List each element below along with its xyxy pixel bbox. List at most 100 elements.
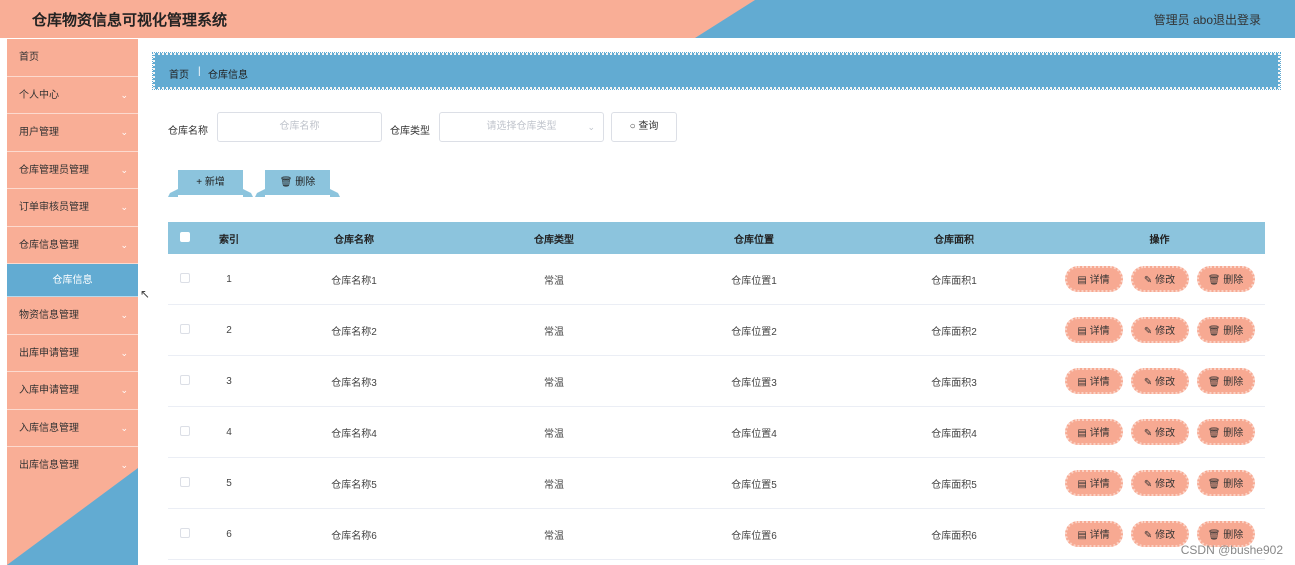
delete-label: 删除 bbox=[1223, 275, 1244, 286]
header-actions: 操作 bbox=[1149, 234, 1170, 246]
row-checkbox[interactable] bbox=[180, 527, 190, 538]
sidebar-item-warehouse-info-mgmt[interactable]: 仓库信息管理 ⌄ bbox=[7, 227, 138, 264]
cell-name: 仓库名称1 bbox=[331, 275, 377, 287]
sidebar-item-warehouse-admins[interactable]: 仓库管理员管理 ⌄ bbox=[7, 152, 138, 189]
row-actions: ▤ 详情 ✎ 修改 🗑 删除 bbox=[1054, 470, 1265, 496]
sidebar-item-label: 个人中心 bbox=[19, 89, 59, 101]
edit-icon: ✎ bbox=[1143, 326, 1153, 337]
select-all-checkbox[interactable] bbox=[180, 231, 190, 242]
breadcrumb-home[interactable]: 首页 bbox=[169, 66, 189, 81]
header-index: 索引 bbox=[219, 234, 239, 246]
chevron-down-icon: ⌄ bbox=[120, 202, 128, 212]
add-button[interactable]: + 新增 bbox=[178, 170, 243, 195]
edit-icon: ✎ bbox=[1143, 275, 1153, 286]
header-name: 仓库名称 bbox=[334, 234, 374, 246]
detail-label: 详情 bbox=[1089, 275, 1110, 286]
sidebar-item-inbound-requests[interactable]: 入库申请管理 ⌄ bbox=[7, 372, 138, 410]
document-icon: ▤ bbox=[1077, 530, 1087, 541]
delete-button[interactable]: 🗑 删除 bbox=[1196, 419, 1255, 445]
detail-button[interactable]: ▤ 详情 bbox=[1064, 266, 1123, 292]
header-type: 仓库类型 bbox=[534, 234, 574, 246]
detail-button[interactable]: ▤ 详情 bbox=[1064, 470, 1123, 496]
sidebar-item-materials[interactable]: 物资信息管理 ⌄ bbox=[7, 297, 138, 335]
detail-button[interactable]: ▤ 详情 bbox=[1064, 419, 1123, 445]
table-row: 1 仓库名称1 常温 仓库位置1 仓库面积1 ▤ 详情 ✎ 修改 🗑 删除 bbox=[168, 254, 1265, 305]
cell-type: 常温 bbox=[544, 479, 564, 491]
edit-label: 修改 bbox=[1155, 377, 1176, 388]
header-location: 仓库位置 bbox=[734, 234, 774, 246]
breadcrumb-current: 仓库信息 bbox=[208, 70, 248, 81]
sidebar-item-outbound-info[interactable]: 出库信息管理 ⌄ bbox=[7, 447, 138, 485]
cell-index: 2 bbox=[226, 324, 232, 336]
chevron-down-icon: ⌄ bbox=[120, 127, 128, 137]
cell-name: 仓库名称2 bbox=[331, 326, 377, 338]
edit-label: 修改 bbox=[1155, 479, 1176, 490]
edit-icon: ✎ bbox=[1143, 428, 1153, 439]
delete-button[interactable]: 🗑 删除 bbox=[1196, 368, 1255, 394]
sidebar-item-order-reviewers[interactable]: 订单审核员管理 ⌄ bbox=[7, 189, 138, 227]
type-search-label: 仓库类型 bbox=[390, 126, 430, 137]
row-checkbox[interactable] bbox=[180, 323, 190, 334]
chevron-down-icon: ⌄ bbox=[587, 122, 595, 132]
row-checkbox[interactable] bbox=[180, 272, 190, 283]
detail-button[interactable]: ▤ 详情 bbox=[1064, 368, 1123, 394]
breadcrumb-separator: | bbox=[198, 66, 201, 77]
cell-area: 仓库面积1 bbox=[931, 275, 977, 287]
cell-type: 常温 bbox=[544, 530, 564, 542]
cell-location: 仓库位置6 bbox=[731, 530, 777, 542]
search-icon: ○ bbox=[629, 121, 636, 132]
sidebar-item-profile[interactable]: 个人中心 ⌄ bbox=[7, 77, 138, 114]
sidebar-subitem-warehouse-info[interactable]: 仓库信息 bbox=[7, 264, 138, 297]
sidebar-item-outbound-requests[interactable]: 出库申请管理 ⌄ bbox=[7, 335, 138, 372]
row-checkbox[interactable] bbox=[180, 374, 190, 385]
table-row: 3 仓库名称3 常温 仓库位置3 仓库面积3 ▤ 详情 ✎ 修改 🗑 删除 bbox=[168, 356, 1265, 407]
delete-label: 删除 bbox=[1223, 530, 1244, 541]
name-search-input[interactable]: 仓库名称 bbox=[217, 112, 382, 142]
sidebar-item-label: 仓库信息管理 bbox=[19, 239, 79, 251]
logout-link[interactable]: 退出登录 bbox=[1213, 11, 1261, 28]
batch-delete-button[interactable]: 🗑 删除 bbox=[265, 170, 330, 195]
query-button[interactable]: ○ 查询 bbox=[611, 112, 677, 142]
cell-location: 仓库位置3 bbox=[731, 377, 777, 389]
row-checkbox[interactable] bbox=[180, 476, 190, 487]
header-area: 仓库面积 bbox=[934, 234, 974, 246]
cell-index: 6 bbox=[226, 528, 232, 540]
chevron-down-icon: ⌄ bbox=[120, 422, 128, 433]
sidebar-item-users[interactable]: 用户管理 ⌄ bbox=[7, 114, 138, 152]
edit-button[interactable]: ✎ 修改 bbox=[1130, 368, 1189, 394]
trash-icon: 🗑 bbox=[1207, 479, 1221, 490]
detail-button[interactable]: ▤ 详情 bbox=[1064, 521, 1123, 547]
sidebar-item-label: 订单审核员管理 bbox=[19, 202, 89, 213]
edit-button[interactable]: ✎ 修改 bbox=[1130, 317, 1189, 343]
sidebar-item-inbound-info[interactable]: 入库信息管理 ⌄ bbox=[7, 410, 138, 447]
edit-icon: ✎ bbox=[1143, 377, 1153, 388]
delete-label: 删除 bbox=[1223, 428, 1244, 439]
chevron-down-icon: ⌄ bbox=[120, 89, 128, 100]
chevron-down-icon: ⌄ bbox=[120, 385, 128, 395]
detail-button[interactable]: ▤ 详情 bbox=[1064, 317, 1123, 343]
cell-type: 常温 bbox=[544, 428, 564, 440]
add-button-label: 新增 bbox=[204, 177, 225, 188]
row-actions: ▤ 详情 ✎ 修改 🗑 删除 bbox=[1054, 317, 1265, 343]
sidebar-menu: 首页 个人中心 ⌄ 用户管理 ⌄ 仓库管理员管理 ⌄ 订单审核员管理 ⌄ 仓库信息管理 ⌄… bbox=[7, 39, 138, 565]
edit-button[interactable]: ✎ 修改 bbox=[1130, 419, 1189, 445]
row-checkbox[interactable] bbox=[180, 425, 190, 436]
edit-button[interactable]: ✎ 修改 bbox=[1130, 470, 1189, 496]
sidebar-item-label: 入库信息管理 bbox=[19, 422, 79, 434]
cell-area: 仓库面积3 bbox=[931, 377, 977, 389]
delete-button[interactable]: 🗑 删除 bbox=[1196, 266, 1255, 292]
chevron-down-icon: ⌄ bbox=[120, 164, 128, 175]
trash-icon: 🗑 bbox=[1207, 428, 1221, 439]
cell-area: 仓库面积5 bbox=[931, 479, 977, 491]
table-row: 6 仓库名称6 常温 仓库位置6 仓库面积6 ▤ 详情 ✎ 修改 🗑 删除 bbox=[168, 509, 1265, 560]
cell-location: 仓库位置4 bbox=[731, 428, 777, 440]
sidebar-item-home[interactable]: 首页 bbox=[7, 39, 138, 77]
cell-area: 仓库面积2 bbox=[931, 326, 977, 338]
cell-name: 仓库名称5 bbox=[331, 479, 377, 491]
delete-button[interactable]: 🗑 删除 bbox=[1196, 317, 1255, 343]
chevron-down-icon: ⌄ bbox=[120, 310, 128, 320]
type-select[interactable]: 请选择仓库类型 ⌄ bbox=[439, 112, 604, 142]
edit-button[interactable]: ✎ 修改 bbox=[1130, 266, 1189, 292]
delete-label: 删除 bbox=[1223, 326, 1244, 337]
delete-button[interactable]: 🗑 删除 bbox=[1196, 470, 1255, 496]
